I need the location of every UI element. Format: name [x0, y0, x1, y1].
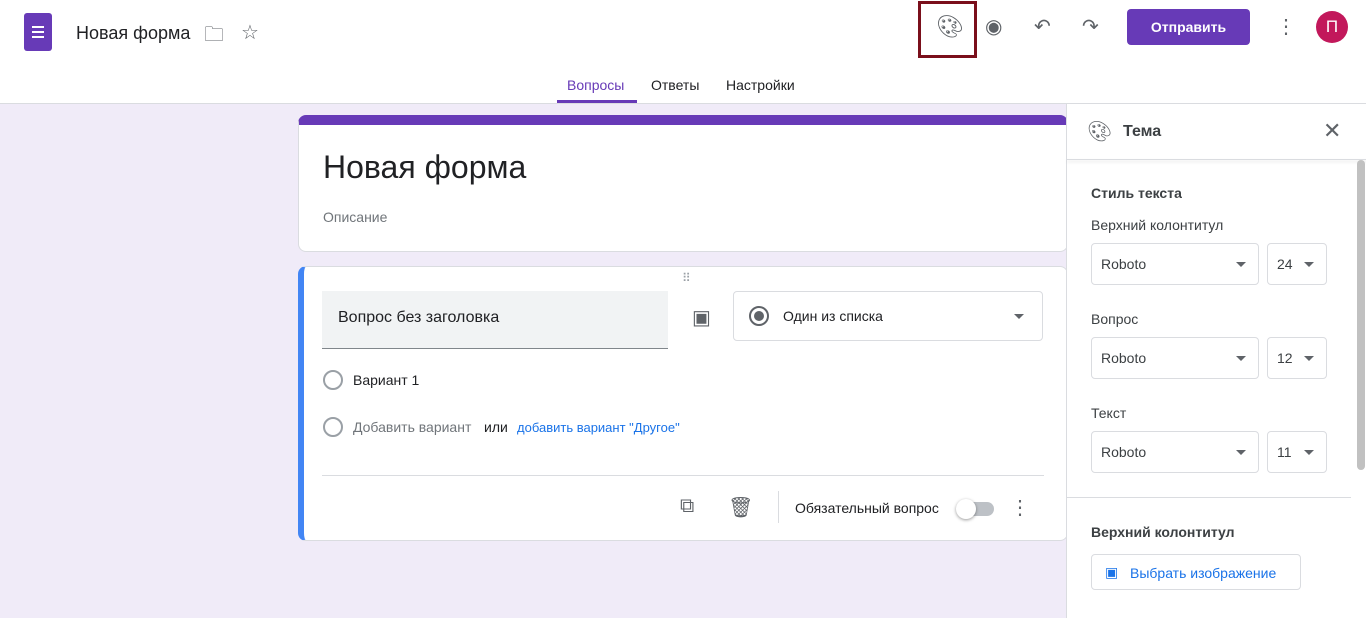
question-size-select[interactable]: 12: [1267, 337, 1327, 379]
add-other-link[interactable]: добавить вариант "Другое": [517, 420, 680, 435]
close-icon[interactable]: ✕: [1323, 118, 1341, 144]
question-font-select[interactable]: Roboto: [1091, 337, 1259, 379]
text-font-select[interactable]: Roboto: [1091, 431, 1259, 473]
redo-icon[interactable]: ↷: [1082, 14, 1099, 39]
question-card: ⠿ Вопрос без заголовка ▣ Один из списка …: [298, 266, 1068, 541]
form-description[interactable]: Описание: [323, 209, 387, 225]
add-option-radio: [323, 417, 343, 437]
eye-icon[interactable]: ◉: [985, 14, 1002, 39]
text-size-select[interactable]: 11: [1267, 431, 1327, 473]
header-font-label: Верхний колонтитул: [1091, 217, 1224, 233]
image-icon[interactable]: ▣: [692, 305, 711, 330]
required-label: Обязательный вопрос: [795, 500, 939, 516]
add-option-button[interactable]: Добавить вариант: [353, 419, 471, 435]
form-header-card: Новая форма Описание: [298, 115, 1068, 252]
tab-responses[interactable]: Ответы: [651, 77, 699, 93]
choose-image-label: Выбрать изображение: [1130, 565, 1277, 581]
tab-settings[interactable]: Настройки: [726, 77, 795, 93]
palette-icon[interactable]: 🎨︎: [936, 14, 964, 40]
header-font-select[interactable]: Roboto: [1091, 243, 1259, 285]
divider: [1067, 159, 1366, 160]
doc-title[interactable]: Новая форма: [76, 23, 190, 44]
radio-icon: [749, 306, 769, 326]
drag-handle-icon[interactable]: ⠿: [682, 271, 691, 285]
or-text: или: [484, 419, 508, 435]
folder-icon[interactable]: 🗀: [204, 20, 224, 54]
tab-questions[interactable]: Вопросы: [567, 77, 624, 93]
copy-icon[interactable]: ⧉: [680, 495, 694, 518]
scrollbar[interactable]: [1357, 160, 1365, 470]
top-bar: Новая форма 🗀 ☆ 🎨︎ ◉ ↶ ↷ Отправить ⋮ П В…: [0, 0, 1366, 104]
option-radio: [323, 370, 343, 390]
question-title-input[interactable]: Вопрос без заголовка: [322, 291, 668, 349]
theme-panel: 🎨︎ Тема ✕ Стиль текста Верхний колонтиту…: [1066, 104, 1366, 618]
send-button[interactable]: Отправить: [1127, 9, 1250, 45]
more-vert-icon[interactable]: ⋮: [1276, 14, 1296, 39]
header-image-heading: Верхний колонтитул: [1091, 524, 1235, 540]
question-font-label: Вопрос: [1091, 311, 1139, 327]
image-icon: ▣: [1105, 564, 1119, 580]
form-title[interactable]: Новая форма: [323, 149, 526, 186]
text-font-label: Текст: [1091, 405, 1127, 421]
more-vert-icon[interactable]: ⋮: [1010, 495, 1030, 520]
divider: [1067, 497, 1351, 498]
active-tab-indicator: [557, 100, 637, 103]
delete-icon[interactable]: 🗑︎: [728, 495, 753, 520]
choose-image-button[interactable]: ▣ Выбрать изображение: [1091, 554, 1301, 590]
text-style-heading: Стиль текста: [1091, 185, 1182, 201]
palette-icon: 🎨︎: [1087, 121, 1113, 143]
question-type-select[interactable]: Один из списка: [733, 291, 1043, 341]
undo-icon[interactable]: ↶: [1034, 14, 1051, 39]
header-size-select[interactable]: 24: [1267, 243, 1327, 285]
required-toggle[interactable]: [956, 499, 994, 519]
panel-title: Тема: [1123, 123, 1162, 140]
question-type-label: Один из списка: [783, 308, 883, 324]
avatar[interactable]: П: [1316, 11, 1348, 43]
option-1[interactable]: Вариант 1: [353, 372, 419, 388]
forms-logo-icon[interactable]: [24, 13, 52, 51]
divider: [322, 475, 1044, 476]
star-icon[interactable]: ☆: [241, 20, 259, 45]
dropdown-arrow-icon: [1014, 314, 1024, 324]
separator: [778, 491, 779, 523]
